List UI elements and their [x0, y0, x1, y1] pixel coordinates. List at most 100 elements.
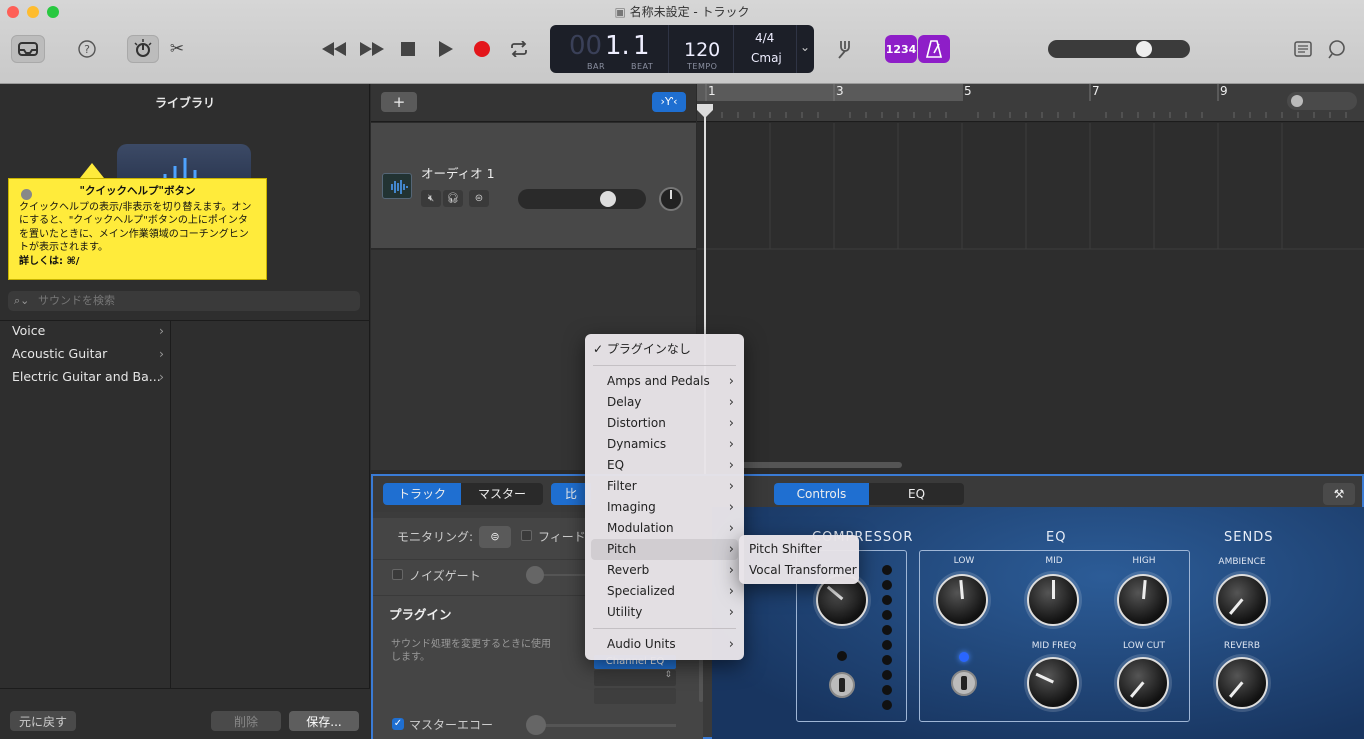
filter-icon[interactable]: ›Ƴ‹: [652, 92, 686, 112]
solo-button[interactable]: 🎧︎: [443, 190, 463, 207]
tab-track[interactable]: トラック: [383, 483, 461, 505]
menu-item-pitch-shifter[interactable]: Pitch Shifter: [739, 539, 859, 560]
menu-item-filter[interactable]: Filter ›: [585, 476, 744, 497]
eq-high-knob[interactable]: [1117, 574, 1169, 626]
metronome-button[interactable]: [918, 35, 950, 63]
menu-item-pitch[interactable]: Pitch ›: [591, 539, 738, 560]
eq-low-cut-knob[interactable]: [1117, 657, 1169, 709]
menu-item-utility[interactable]: Utility ›: [585, 602, 744, 623]
compressor-toggle-switch[interactable]: [829, 672, 855, 698]
add-track-button[interactable]: +: [381, 92, 417, 112]
library-item-label: Electric Guitar and Ba...: [12, 369, 161, 384]
revert-button[interactable]: 元に戻す: [10, 711, 76, 731]
eq-mid-freq-knob[interactable]: [1027, 657, 1079, 709]
sends-title: SENDS: [1224, 530, 1274, 545]
lcd-display[interactable]: 00 1. 1 BAR BEAT 120 TEMPO 4/4 Cmaj ⌄: [550, 25, 814, 73]
lcd-chevron-down-icon[interactable]: ⌄: [800, 40, 810, 54]
menu-item-modulation[interactable]: Modulation ›: [585, 518, 744, 539]
play-button[interactable]: [434, 36, 458, 62]
timeline-area[interactable]: [697, 123, 1364, 470]
save-button[interactable]: 保存...: [289, 711, 359, 731]
master-echo-checkbox[interactable]: ✓: [392, 718, 404, 730]
menu-item-vocal-transformer[interactable]: Vocal Transformer: [739, 560, 859, 581]
track-volume-thumb[interactable]: [600, 191, 616, 207]
waveform-icon: [382, 173, 412, 199]
smart-controls-button[interactable]: [127, 35, 159, 63]
lcd-bar-label: BAR: [587, 62, 606, 71]
master-echo-thumb[interactable]: [526, 715, 546, 735]
scissors-icon[interactable]: ✂: [166, 37, 188, 61]
record-button[interactable]: [470, 36, 494, 62]
cycle-icon: [511, 41, 527, 57]
zoom-slider[interactable]: [1287, 92, 1357, 110]
menu-item-specialized[interactable]: Specialized ›: [585, 581, 744, 602]
controls-tab[interactable]: Controls: [774, 483, 869, 505]
menu-item-no-plugin[interactable]: ✓ プラグインなし: [585, 339, 744, 360]
eq-toggle-switch[interactable]: [951, 670, 977, 696]
rewind-icon: [322, 42, 346, 56]
lcd-tempo[interactable]: 120: [684, 39, 720, 61]
lcd-time-signature[interactable]: 4/4: [755, 31, 774, 45]
feedback-checkbox[interactable]: [521, 530, 532, 541]
menu-item-dynamics[interactable]: Dynamics ›: [585, 434, 744, 455]
reverb-knob[interactable]: [1216, 657, 1268, 709]
sound-search-field[interactable]: ⌕⌄ サウンドを検索: [8, 291, 360, 311]
svg-text:?: ?: [84, 43, 90, 56]
master-volume-slider[interactable]: [1048, 40, 1190, 58]
library-item-electric-guitar[interactable]: Electric Guitar and Ba... ›: [0, 366, 170, 388]
rewind-button[interactable]: [320, 36, 348, 62]
lcd-key[interactable]: Cmaj: [751, 51, 782, 65]
count-in-button[interactable]: 1234: [885, 35, 917, 63]
fast-forward-button[interactable]: [358, 36, 386, 62]
noise-gate-checkbox[interactable]: [392, 569, 403, 580]
menu-item-audio-units[interactable]: Audio Units ›: [585, 634, 744, 655]
track-row[interactable]: オーディオ 1 🔇︎ 🎧︎ ⊜: [371, 123, 696, 249]
eq-low-knob[interactable]: [936, 574, 988, 626]
volume-knob[interactable]: [1136, 41, 1152, 57]
tuner-button[interactable]: [832, 36, 858, 62]
menu-item-reverb[interactable]: Reverb ›: [585, 560, 744, 581]
library-item-acoustic-guitar[interactable]: Acoustic Guitar ›: [0, 343, 170, 365]
chevron-right-icon: ›: [728, 521, 734, 536]
eq-mid-knob[interactable]: [1027, 574, 1079, 626]
playhead-handle[interactable]: [697, 104, 713, 118]
empty-plugin-slot[interactable]: ⇕: [594, 670, 676, 686]
empty-plugin-slot[interactable]: [594, 688, 676, 704]
input-monitor-icon: ⊜: [474, 193, 484, 204]
tab-master[interactable]: マスター: [461, 483, 543, 505]
help-more-link[interactable]: 詳しくは: ⌘/: [19, 255, 256, 269]
track-name[interactable]: オーディオ 1: [421, 163, 495, 182]
delete-button[interactable]: 削除: [211, 711, 281, 731]
library-footer: 元に戻す 削除 保存...: [0, 688, 370, 739]
timeline-ruler[interactable]: 1 3 5 7 9: [697, 84, 1364, 122]
help-body: クイックヘルプの表示/非表示を切り替えます。オンにすると、"クイックヘルプ"ボタ…: [19, 201, 252, 254]
lcd-tempo-label: TEMPO: [687, 62, 718, 71]
track-volume-slider[interactable]: [518, 189, 646, 209]
pitch-submenu: Pitch Shifter Vocal Transformer: [739, 535, 859, 584]
wrench-icon[interactable]: ⚒: [1323, 483, 1355, 505]
tooltip-close-icon[interactable]: [21, 189, 32, 200]
play-icon: [439, 41, 453, 57]
loop-browser-button[interactable]: [1324, 37, 1350, 61]
monitoring-button[interactable]: ⊜: [479, 526, 511, 548]
library-item-voice[interactable]: Voice ›: [0, 320, 170, 342]
mute-button[interactable]: 🔇︎: [421, 190, 441, 207]
master-echo-slider[interactable]: [536, 724, 676, 727]
pan-knob[interactable]: [659, 187, 683, 211]
menu-item-eq[interactable]: EQ ›: [585, 455, 744, 476]
library-button[interactable]: [11, 35, 45, 63]
monitor-button[interactable]: ⊜: [469, 190, 489, 207]
quick-help-button[interactable]: ?: [74, 36, 100, 62]
noise-gate-thumb[interactable]: [526, 566, 544, 584]
cycle-button[interactable]: [506, 36, 532, 62]
stop-button[interactable]: [396, 36, 420, 62]
horizontal-scrollbar[interactable]: [740, 462, 902, 468]
menu-item-distortion[interactable]: Distortion ›: [585, 413, 744, 434]
ambience-knob[interactable]: [1216, 574, 1268, 626]
menu-item-delay[interactable]: Delay ›: [585, 392, 744, 413]
notepad-button[interactable]: [1290, 37, 1316, 61]
menu-item-imaging[interactable]: Imaging ›: [585, 497, 744, 518]
menu-item-amps-and-pedals[interactable]: Amps and Pedals ›: [585, 371, 744, 392]
chevron-right-icon: ›: [159, 323, 164, 338]
eq-tab[interactable]: EQ: [869, 483, 964, 505]
